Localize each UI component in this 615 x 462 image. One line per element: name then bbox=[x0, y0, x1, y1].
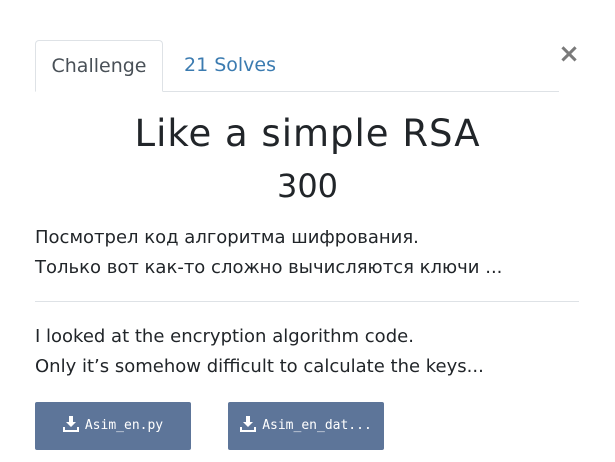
tab-challenge[interactable]: Challenge bbox=[35, 40, 163, 92]
file-label: Asim_en_dat... bbox=[262, 418, 372, 433]
divider bbox=[35, 301, 579, 302]
close-button[interactable]: × bbox=[557, 39, 581, 69]
description-english: I looked at the encryption algorithm cod… bbox=[35, 322, 484, 382]
challenge-tabs: Challenge 21 Solves bbox=[35, 40, 559, 92]
challenge-modal: Challenge 21 Solves × Like a simple RSA … bbox=[0, 0, 615, 462]
download-icon bbox=[240, 416, 257, 432]
file-download-button[interactable]: Asim_en.py bbox=[35, 402, 191, 450]
description-line: Only it’s somehow difficult to calculate… bbox=[35, 356, 484, 377]
description-line: Только вот как-то сложно вычисляются клю… bbox=[35, 257, 503, 278]
challenge-title: Like a simple RSA bbox=[134, 112, 481, 155]
file-download-button[interactable]: Asim_en_dat... bbox=[228, 402, 384, 450]
description-russian: Посмотрел код алгоритма шифрования. Толь… bbox=[35, 223, 502, 283]
description-line: Посмотрел код алгоритма шифрования. bbox=[35, 227, 419, 248]
description-line: I looked at the encryption algorithm cod… bbox=[35, 326, 414, 347]
file-label: Asim_en.py bbox=[84, 418, 164, 433]
download-icon bbox=[62, 416, 79, 432]
challenge-points: 300 bbox=[276, 167, 339, 205]
tab-solves[interactable]: 21 Solves bbox=[172, 40, 288, 91]
